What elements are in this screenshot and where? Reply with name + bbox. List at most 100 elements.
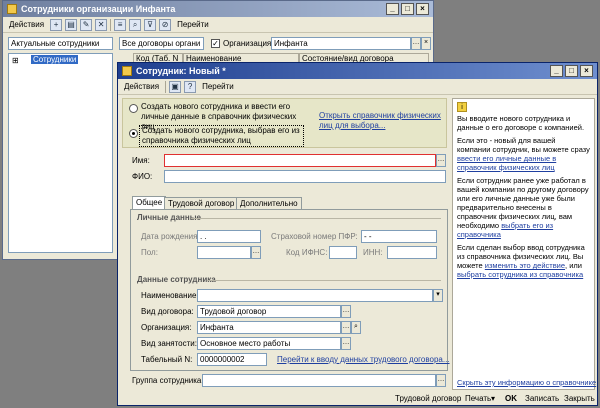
tree-icon[interactable]: ≡ (114, 18, 127, 31)
radio-select-existing-label: Создать нового сотрудника, выбрав его из… (139, 125, 304, 147)
find-icon[interactable]: ⌕ (129, 18, 142, 31)
sex-select-button[interactable]: … (251, 246, 261, 259)
print-dropdown-icon[interactable]: ▾ (488, 392, 498, 406)
employee-data-header: Данные сотрудника (137, 275, 216, 284)
org-filter-select-button[interactable]: … (411, 37, 421, 50)
labor-contract-button[interactable]: Трудовой договор (392, 392, 464, 406)
snils-label: Страховой номер ПФР: (271, 232, 358, 241)
employees-list-titlebar: Сотрудники организации Инфанта _ □ × (3, 1, 433, 17)
name-label: Имя: (132, 156, 150, 165)
ifns-input[interactable] (329, 246, 357, 259)
employee-form-title: Сотрудник: Новый * (136, 66, 226, 76)
employee-data-divider (207, 280, 441, 281)
creation-mode-panel: Создать нового сотрудника и ввести его л… (122, 98, 447, 148)
org-filter-label: Организация: (223, 39, 274, 48)
app-icon (7, 4, 17, 14)
inn-label: ИНН: (363, 248, 383, 257)
hide-info-link[interactable]: Скрыть эту информацию о справочнике (457, 378, 596, 387)
tab-labor-contract[interactable]: Трудовой договор (164, 197, 239, 209)
naim-dropdown-button[interactable]: ▾ (433, 289, 443, 302)
personal-data-divider (191, 218, 441, 219)
contract-type-label: Вид договора: (141, 307, 194, 316)
employees-list-title: Сотрудники организации Инфанта (21, 4, 176, 14)
contract-type-select-button[interactable]: … (341, 305, 351, 318)
minimize-button[interactable]: _ (550, 65, 563, 77)
inn-input[interactable] (387, 246, 437, 259)
delete-icon[interactable]: ✕ (95, 18, 108, 31)
sex-label: Пол: (141, 248, 158, 257)
close-button[interactable]: × (580, 65, 593, 77)
help-panel: i Вы вводите нового сотрудника и данные … (452, 98, 596, 390)
employees-list-toolbar: Действия + ▤ ✎ ✕ ≡ ⌕ ⊽ ⊘ Перейти (3, 17, 433, 33)
help-text-1: Вы вводите нового сотрудника и данные о … (457, 114, 585, 132)
tab-general[interactable]: Общее (132, 196, 167, 209)
fio-input[interactable] (164, 170, 446, 183)
close-button[interactable]: × (416, 3, 429, 15)
employment-type-select-button[interactable]: … (341, 337, 351, 350)
tree-expand-icon[interactable]: ⊞ (12, 56, 19, 65)
minimize-button[interactable]: _ (386, 3, 399, 15)
enter-personal-data-link[interactable]: ввести его личные данные в справочник фи… (457, 154, 556, 172)
toolbar-separator (110, 18, 112, 31)
naim-label: Наименование: (141, 291, 199, 300)
save-button[interactable]: Записать (522, 392, 562, 406)
maximize-button[interactable]: □ (565, 65, 578, 77)
goto-menu[interactable]: Перейти (199, 80, 237, 93)
goto-contract-link[interactable]: Перейти к вводу данных трудового договор… (277, 355, 450, 364)
goto-menu[interactable]: Перейти (174, 18, 212, 31)
organization-select-button[interactable]: … (341, 321, 351, 334)
employee-form-toolbar: Действия ▣ ? Перейти (118, 79, 597, 95)
ifns-label: Код ИФНС: (286, 248, 328, 257)
contracts-filter-select[interactable]: Все договоры органи (119, 37, 204, 50)
employment-type-label: Вид занятости: (141, 339, 197, 348)
actions-menu[interactable]: Действия (6, 18, 47, 31)
help-text-4: Если сделан выбор ввод сотрудника из спр… (457, 243, 585, 279)
birth-date-label: Дата рождения: (141, 232, 200, 241)
fio-label: ФИО: (132, 172, 153, 181)
open-individuals-link[interactable]: Открыть справочник физических лиц для вы… (319, 111, 444, 131)
org-filter-clear-button[interactable]: × (421, 37, 431, 50)
tab-additional[interactable]: Дополнительно (236, 197, 302, 209)
radio-create-new[interactable] (129, 104, 138, 113)
group-input[interactable] (202, 374, 436, 387)
group-label: Группа сотрудника: (132, 376, 204, 385)
help-icon[interactable]: ? (184, 80, 197, 93)
organization-input[interactable]: Инфанта (197, 321, 341, 334)
filter-icon[interactable]: ⊽ (144, 18, 157, 31)
copy-icon[interactable]: ▤ (65, 18, 78, 31)
naim-input[interactable] (197, 289, 433, 302)
tree-item-employees[interactable]: Сотрудники (31, 55, 79, 64)
sex-input[interactable] (197, 246, 251, 259)
org-filter-checkbox[interactable]: ✓ (211, 39, 220, 48)
select-employee-link[interactable]: выбрать сотрудника из справочника (457, 270, 583, 279)
toolbar-separator (165, 80, 167, 93)
tab-number-label: Табельный N: (141, 355, 193, 364)
tab-general-panel: Личные данные Дата рождения: . . Страхов… (130, 209, 450, 371)
actions-menu[interactable]: Действия (121, 80, 162, 93)
name-input[interactable] (164, 154, 436, 167)
app-icon (122, 66, 132, 76)
organization-open-button[interactable]: ⌕ (351, 321, 361, 334)
birth-date-input[interactable]: . . (197, 230, 261, 243)
snils-input[interactable]: - - (361, 230, 437, 243)
edit-icon[interactable]: ✎ (80, 18, 93, 31)
close-form-button[interactable]: Закрыть (561, 392, 598, 406)
save-icon[interactable]: ▣ (169, 80, 182, 93)
help-text-2: Если это - новый для вашей компании сотр… (457, 136, 590, 172)
clear-filter-icon[interactable]: ⊘ (159, 18, 172, 31)
employment-type-input[interactable]: Основное место работы (197, 337, 341, 350)
name-select-button[interactable]: … (436, 154, 446, 167)
change-action-link[interactable]: изменить это действие (485, 261, 565, 270)
org-filter-field[interactable]: Инфанта (271, 37, 411, 50)
radio-select-existing[interactable] (129, 129, 138, 138)
add-icon[interactable]: + (50, 18, 63, 31)
staff-filter-select[interactable]: Актуальные сотрудники (8, 37, 113, 50)
tree-panel: ⊞ Сотрудники (8, 53, 113, 253)
ok-button[interactable]: OK (502, 392, 520, 406)
employee-form-titlebar: Сотрудник: Новый * _ □ × (118, 63, 597, 79)
maximize-button[interactable]: □ (401, 3, 414, 15)
tab-number-input[interactable]: 0000000002 (197, 353, 267, 366)
contract-type-input[interactable]: Трудовой договор (197, 305, 341, 318)
group-select-button[interactable]: … (436, 374, 446, 387)
organization-label: Организация: (141, 323, 192, 332)
